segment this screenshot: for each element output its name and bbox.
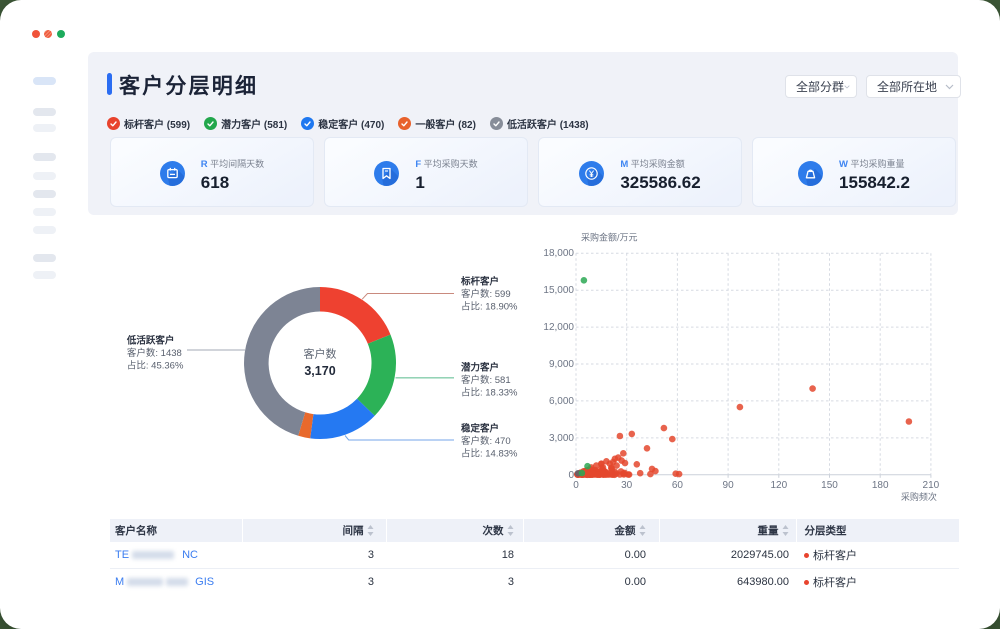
svg-text:0: 0 (573, 480, 579, 491)
svg-text:客户数: 581: 客户数: 581 (461, 374, 511, 386)
svg-text:12,000: 12,000 (543, 322, 574, 333)
svg-text:客户数: 599: 客户数: 599 (461, 288, 511, 300)
svg-text:采购频次: 采购频次 (901, 491, 937, 502)
svg-text:潜力客户: 潜力客户 (461, 362, 499, 374)
svg-text:15,000: 15,000 (543, 285, 574, 296)
svg-text:18,000: 18,000 (543, 248, 574, 259)
svg-text:客户数: 1438: 客户数: 1438 (127, 347, 182, 359)
svg-text:3,170: 3,170 (304, 364, 335, 378)
svg-text:低活跃客户: 低活跃客户 (126, 335, 175, 347)
svg-text:9,000: 9,000 (549, 359, 574, 370)
svg-text:占比: 18.33%: 占比: 18.33% (461, 386, 518, 398)
svg-text:稳定客户: 稳定客户 (461, 423, 499, 435)
svg-text:210: 210 (923, 480, 940, 491)
svg-text:180: 180 (872, 480, 889, 491)
svg-text:60: 60 (672, 480, 684, 491)
svg-text:6,000: 6,000 (549, 396, 574, 407)
svg-text:30: 30 (621, 480, 633, 491)
svg-text:占比: 14.83%: 占比: 14.83% (461, 447, 518, 459)
svg-text:占比: 18.90%: 占比: 18.90% (461, 300, 518, 312)
svg-text:90: 90 (723, 480, 735, 491)
svg-text:120: 120 (770, 480, 787, 491)
svg-text:客户数: 客户数 (304, 347, 337, 361)
svg-text:3,000: 3,000 (549, 433, 574, 444)
svg-text:150: 150 (821, 480, 838, 491)
svg-text:标杆客户: 标杆客户 (460, 276, 499, 288)
svg-text:占比: 45.36%: 占比: 45.36% (127, 359, 184, 371)
svg-text:客户数: 470: 客户数: 470 (461, 435, 511, 447)
svg-text:采购金额/万元: 采购金额/万元 (581, 232, 638, 243)
